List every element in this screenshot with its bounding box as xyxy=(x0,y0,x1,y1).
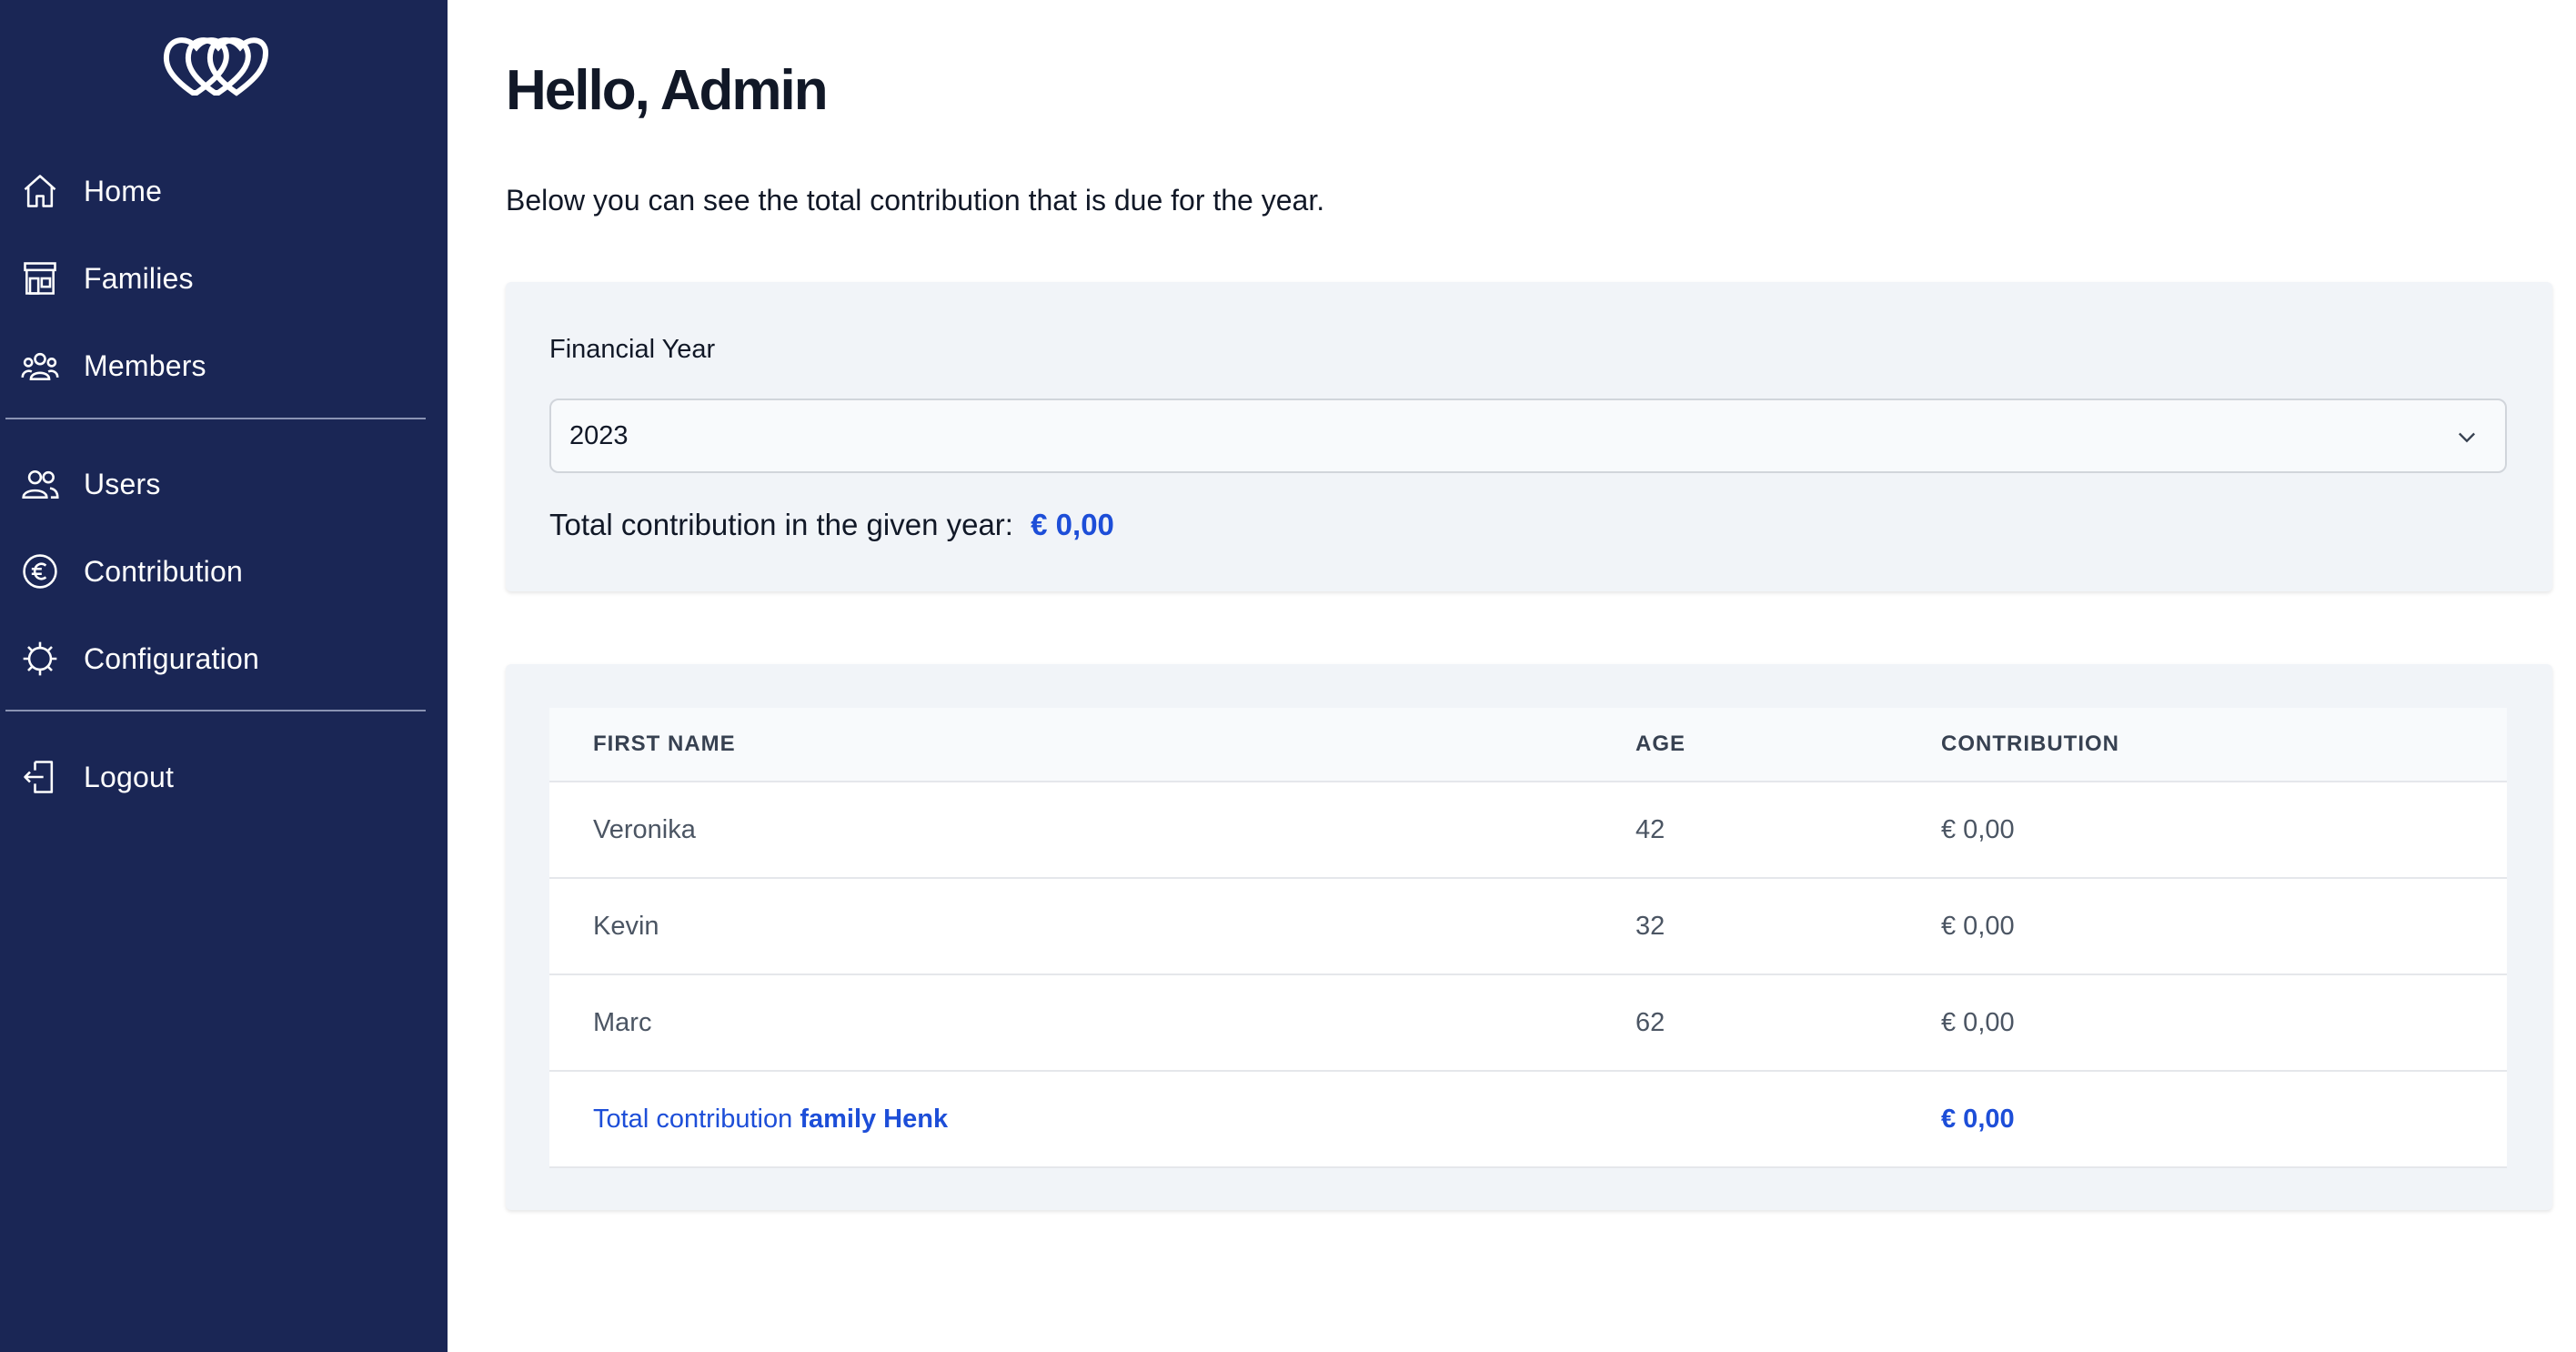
cell-age: 62 xyxy=(1592,974,1897,1071)
total-label-cell: Total contribution family Henk xyxy=(549,1070,1592,1168)
sidebar-item-home[interactable]: Home xyxy=(18,162,418,220)
members-table: FIRST NAME AGE CONTRIBUTION Veronika 42 … xyxy=(549,708,2507,1168)
sidebar-item-logout[interactable]: Logout xyxy=(18,748,418,806)
sidebar-item-configuration[interactable]: Configuration xyxy=(18,630,418,688)
app-root: Home Families Members Users Contribution… xyxy=(0,0,2576,1352)
total-age-cell xyxy=(1592,1070,1897,1168)
sidebar-item-label: Contribution xyxy=(84,554,243,588)
column-header-contribution: CONTRIBUTION xyxy=(1897,708,2507,782)
members-table-card: FIRST NAME AGE CONTRIBUTION Veronika 42 … xyxy=(506,664,2552,1210)
total-amount-cell: € 0,00 xyxy=(1897,1070,2507,1168)
column-header-first-name: FIRST NAME xyxy=(549,708,1592,782)
logo-icon xyxy=(163,37,269,96)
year-total-amount: € 0,00 xyxy=(1031,508,1114,541)
euro-icon xyxy=(18,550,62,593)
home-icon xyxy=(18,169,62,213)
column-header-age: AGE xyxy=(1592,708,1897,782)
year-total-label: Total contribution in the given year: xyxy=(549,508,1013,541)
sidebar-item-members[interactable]: Members xyxy=(18,337,418,395)
financial-year-label: Financial Year xyxy=(549,335,716,364)
selected-year: 2023 xyxy=(569,420,629,450)
table-row: Marc 62 € 0,00 xyxy=(549,974,2507,1071)
cell-first-name: Kevin xyxy=(549,877,1592,974)
cell-contribution: € 0,00 xyxy=(1897,877,2507,974)
sidebar-divider xyxy=(5,710,426,711)
page-title: Hello, Admin xyxy=(506,59,829,122)
financial-year-select[interactable]: 2023 xyxy=(549,399,2507,473)
families-icon xyxy=(18,257,62,300)
cell-first-name: Marc xyxy=(549,974,1592,1071)
main-content: Hello, Admin Below you can see the total… xyxy=(448,0,2576,1352)
intro-text: Below you can see the total contribution… xyxy=(506,184,1325,217)
table-header-row: FIRST NAME AGE CONTRIBUTION xyxy=(549,708,2507,782)
cell-first-name: Veronika xyxy=(549,781,1592,878)
year-total: Total contribution in the given year: € … xyxy=(549,508,1114,542)
sidebar-divider xyxy=(5,418,426,419)
sidebar-item-label: Logout xyxy=(84,760,175,793)
table-row: Kevin 32 € 0,00 xyxy=(549,877,2507,974)
logout-icon xyxy=(18,755,62,799)
table-row: Veronika 42 € 0,00 xyxy=(549,781,2507,878)
sidebar-item-label: Home xyxy=(84,174,163,207)
chevron-down-icon xyxy=(2459,432,2475,443)
sidebar: Home Families Members Users Contribution… xyxy=(0,0,448,1352)
sidebar-item-label: Families xyxy=(84,261,194,295)
cell-age: 32 xyxy=(1592,877,1897,974)
cell-contribution: € 0,00 xyxy=(1897,781,2507,878)
total-label-prefix: Total contribution xyxy=(593,1104,793,1134)
financial-year-card: Financial Year 2023 Total contribution i… xyxy=(506,282,2552,591)
sidebar-item-label: Users xyxy=(84,467,161,500)
table-total-row: Total contribution family Henk € 0,00 xyxy=(549,1070,2507,1168)
cell-contribution: € 0,00 xyxy=(1897,974,2507,1071)
members-icon xyxy=(18,344,62,388)
cell-age: 42 xyxy=(1592,781,1897,878)
gear-icon xyxy=(18,637,62,681)
sidebar-item-label: Configuration xyxy=(84,641,259,675)
sidebar-item-label: Members xyxy=(84,348,206,382)
sidebar-item-users[interactable]: Users xyxy=(18,455,418,513)
sidebar-item-contribution[interactable]: Contribution xyxy=(18,542,418,600)
sidebar-item-families[interactable]: Families xyxy=(18,249,418,308)
users-icon xyxy=(18,462,62,506)
total-family-name: family Henk xyxy=(800,1104,949,1134)
